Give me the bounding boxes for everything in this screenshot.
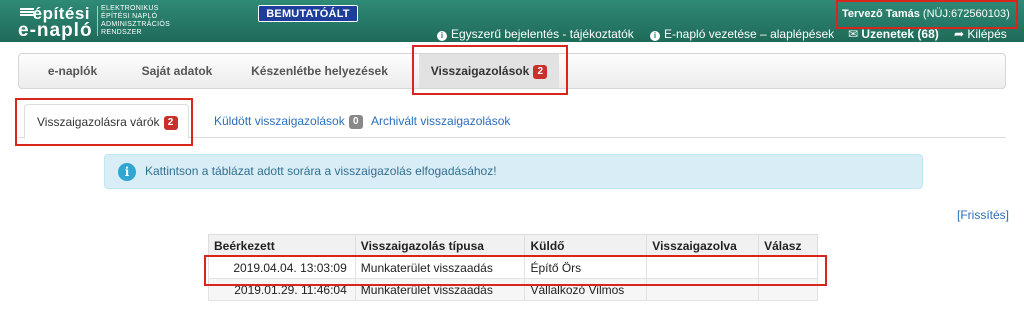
table-header-row: Beérkezett Visszaigazolás típusa Küldő V… [208, 234, 818, 257]
tab-sent-confirmations[interactable]: Küldött visszaigazolások 0 [214, 104, 363, 138]
info-icon: i [650, 31, 660, 41]
col-response[interactable]: Válasz [758, 234, 818, 257]
logo-line2: e-napló [18, 20, 93, 41]
highlight-tab [15, 98, 193, 146]
col-sender[interactable]: Küldő [524, 234, 648, 257]
highlight-user [836, 0, 1018, 29]
nav-own-data[interactable]: Saját adatok [126, 54, 228, 88]
link-diary-basics[interactable]: i E-napló vezetése – alaplépések [650, 27, 834, 41]
link-logout[interactable]: ➦ Kilépés [954, 27, 1007, 41]
highlight-nav [412, 45, 568, 95]
logo-subtitle: ELEKTRONIKUS ÉPÍTÉSI NAPLÓ ADMINISZTRÁCI… [101, 5, 171, 36]
logo-divider [97, 6, 98, 36]
info-alert: i Kattintson a táblázat adott sorára a v… [104, 154, 923, 189]
refresh-link[interactable]: [Frissítés] [957, 208, 1009, 222]
tab-archived-confirmations[interactable]: Archivált visszaigazolások [371, 104, 510, 138]
col-type[interactable]: Visszaigazolás típusa [354, 234, 526, 257]
alert-text: Kattintson a táblázat adott sorára a vis… [145, 164, 497, 178]
link-simple-notification[interactable]: i Egyszerű bejelentés - tájékoztatók [437, 27, 634, 41]
logo[interactable]: építési e-napló [18, 4, 98, 41]
highlight-row [204, 255, 827, 286]
nav-standby[interactable]: Készenlétbe helyezések [228, 54, 411, 88]
info-icon: i [437, 31, 447, 41]
envelope-icon: ✉ [848, 27, 859, 41]
demo-badge: BEMUTATÓÁLT [258, 5, 358, 22]
col-confirmed[interactable]: Visszaigazolva [646, 234, 760, 257]
info-circle-icon: i [118, 163, 136, 181]
count-badge: 0 [348, 115, 363, 129]
nav-e-diaries[interactable]: e-naplók [19, 54, 126, 88]
share-arrow-icon: ➦ [954, 27, 965, 41]
col-received[interactable]: Beérkezett [208, 234, 356, 257]
link-messages[interactable]: ✉ Üzenetek (68) [848, 27, 939, 41]
